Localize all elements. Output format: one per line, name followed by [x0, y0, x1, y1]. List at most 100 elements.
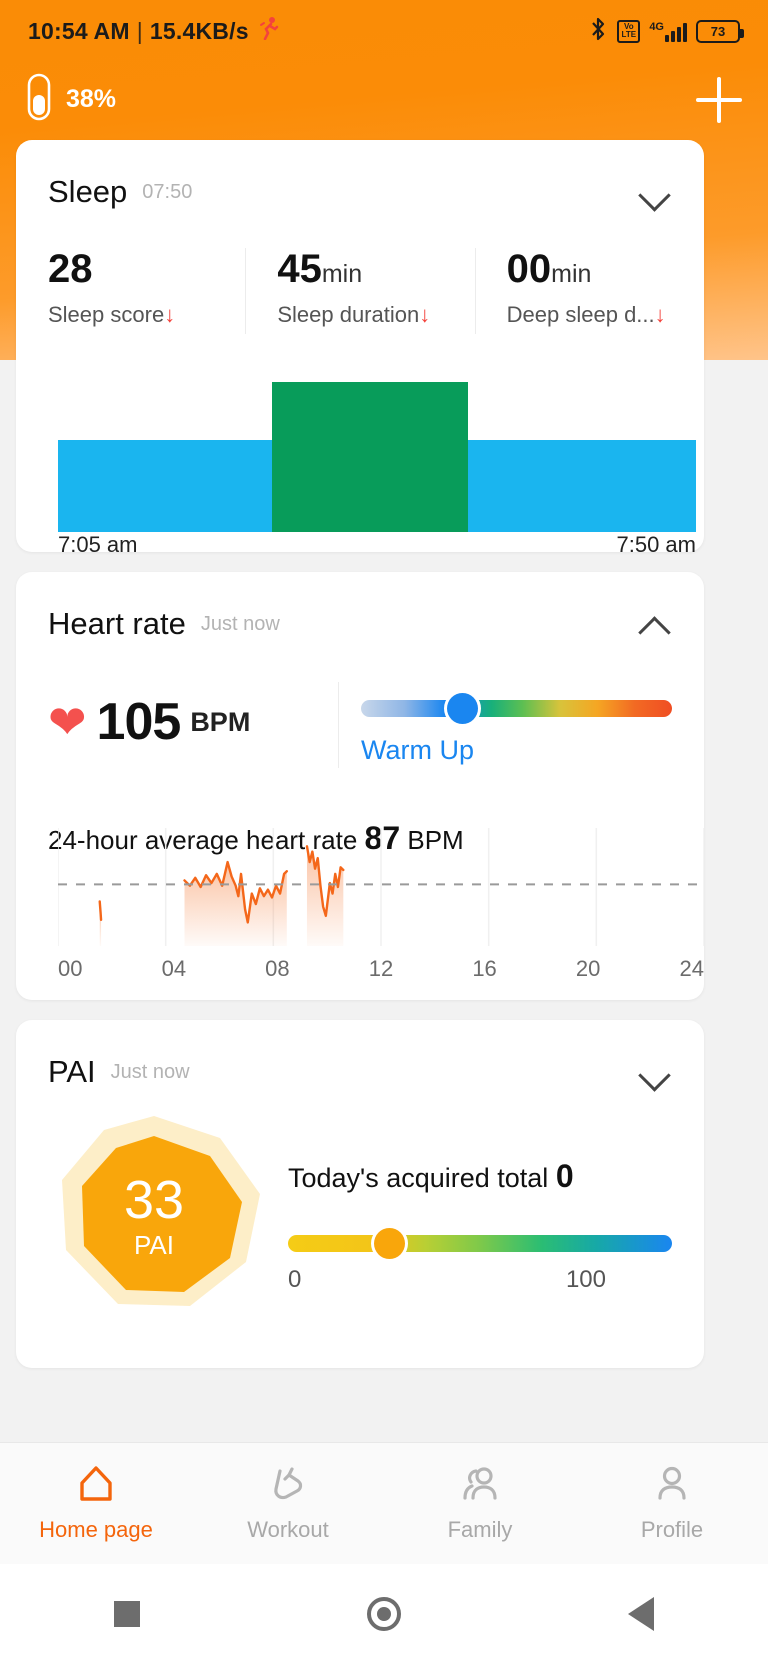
circle-home-icon[interactable] — [366, 1597, 401, 1631]
sleep-chart-axis: 7:05 am 7:50 am — [58, 532, 696, 558]
heart-rate-chart-svg — [57, 828, 705, 946]
sleep-duration-value-row: 45min — [277, 246, 474, 292]
heart-rate-title: Heart rate — [48, 606, 186, 641]
signal-bars — [665, 22, 687, 42]
deep-sleep-unit: min — [551, 260, 592, 288]
heart-rate-zone: Warm Up — [361, 682, 672, 766]
nav-item-family[interactable]: Family — [384, 1443, 576, 1564]
signal-icon: 4G — [649, 21, 687, 42]
sleep-stat-score: 28 Sleep score↓ — [16, 246, 245, 328]
device-battery-label: 38% — [66, 85, 117, 113]
deep-sleep-value: 00 — [506, 247, 552, 291]
content-scroll-area[interactable]: Sleep 07:50 28 Sleep score↓ 45min Sleep … — [0, 0, 768, 1664]
pai-body: 33 PAI Today's acquired total 0 0 100 — [16, 1110, 704, 1335]
triangle-back-icon[interactable] — [628, 1597, 655, 1631]
deep-sleep-trend-icon: ↓ — [654, 302, 666, 327]
nav-label-family: Family — [447, 1517, 513, 1542]
app-bar: 38% — [0, 62, 768, 137]
sleep-duration-value: 45 — [277, 247, 322, 291]
pai-score-caption: PAI — [134, 1230, 174, 1260]
axis-tick-04: 04 — [161, 956, 187, 981]
sleep-duration-label-row: Sleep duration↓ — [277, 302, 474, 328]
bottom-navigation-bar: Home page Workout Family Profile — [0, 1442, 768, 1564]
nav-label-workout: Workout — [247, 1517, 329, 1542]
family-icon — [459, 1464, 501, 1509]
chevron-down-icon[interactable] — [638, 1055, 672, 1089]
heart-rate-value: 105 — [96, 693, 182, 751]
bluetooth-icon — [588, 16, 608, 47]
heart-icon: ❤ — [48, 696, 87, 748]
nav-item-workout[interactable]: Workout — [192, 1443, 384, 1564]
axis-tick-20: 20 — [575, 956, 601, 981]
network-type-label: 4G — [649, 20, 664, 33]
axis-tick-16: 16 — [472, 956, 497, 981]
heart-rate-zone-label: Warm Up — [361, 735, 474, 765]
system-navigation-bar — [0, 1564, 768, 1664]
person-icon — [651, 1464, 693, 1509]
pai-title: PAI — [48, 1054, 96, 1089]
status-bar: 10:54 AM | 15.4KB/s Vo LTE 4G 73 — [0, 0, 768, 62]
square-recents-icon[interactable] — [113, 1601, 140, 1627]
pai-details: Today's acquired total 0 0 100 — [288, 1110, 672, 1294]
chart-gridlines — [57, 828, 705, 946]
sleep-score-value: 28 — [48, 247, 93, 291]
nav-item-profile[interactable]: Profile — [576, 1443, 768, 1564]
sleep-card[interactable]: Sleep 07:50 28 Sleep score↓ 45min Sleep … — [16, 140, 704, 557]
deep-sleep-value-row: 00min — [507, 246, 704, 292]
status-bar-left: 10:54 AM | 15.4KB/s — [28, 16, 280, 46]
sleep-duration-label: Sleep duration — [277, 302, 420, 327]
device-status[interactable]: 38% — [26, 73, 116, 126]
heart-rate-unit: BPM — [190, 706, 251, 737]
pai-card[interactable]: PAI Just now 33 PAI Today's acquired tot… — [16, 1020, 704, 1368]
sleep-duration-trend-icon: ↓ — [419, 302, 431, 327]
sleep-stage-chart — [58, 382, 696, 532]
heart-rate-card-header: Heart rate Just now — [16, 572, 704, 642]
pai-total-row: Today's acquired total 0 — [288, 1158, 672, 1195]
sleep-card-header: Sleep 07:50 — [16, 140, 704, 210]
sleep-duration-unit: min — [321, 260, 363, 288]
pai-total-value: 0 — [555, 1158, 574, 1194]
deep-sleep-label: Deep sleep d... — [506, 302, 655, 327]
axis-tick-00: 00 — [58, 956, 83, 981]
sleep-end-time: 7:50 am — [616, 532, 697, 557]
chevron-down-icon[interactable] — [638, 175, 672, 209]
heart-rate-time: Just now — [200, 612, 280, 635]
pai-total-label: Today's acquired total — [288, 1163, 549, 1193]
home-icon — [75, 1464, 117, 1509]
heart-rate-current: ❤ 105 BPM — [48, 682, 338, 752]
status-time: 10:54 AM — [28, 17, 130, 44]
sleep-score-trend-icon: ↓ — [164, 302, 176, 327]
running-icon — [258, 16, 280, 46]
axis-tick-08: 08 — [265, 956, 290, 981]
status-bar-right: Vo LTE 4G 73 — [588, 16, 744, 47]
sleep-start-time: 7:05 am — [58, 532, 138, 557]
sleep-title: Sleep — [48, 174, 128, 209]
axis-tick-12: 12 — [368, 956, 394, 981]
sleep-stat-deep: 00min Deep sleep d...↓ — [474, 246, 704, 334]
battery-level-text: 73 — [710, 23, 726, 39]
battery-icon: 73 — [696, 19, 744, 43]
divider — [338, 682, 339, 768]
pai-score-badge: 33 PAI — [48, 1110, 288, 1335]
pai-progress-slider[interactable] — [288, 1228, 672, 1259]
sleep-stats: 28 Sleep score↓ 45min Sleep duration↓ 00… — [16, 246, 704, 334]
volte-icon: Vo LTE — [617, 19, 641, 43]
sleep-score-label-row: Sleep score↓ — [48, 302, 245, 328]
chevron-up-icon[interactable] — [638, 607, 672, 641]
chart-plot — [98, 845, 345, 946]
pai-slider-knob[interactable] — [374, 1228, 405, 1259]
heart-rate-summary: ❤ 105 BPM Warm Up — [16, 682, 704, 768]
nav-item-home[interactable]: Home page — [0, 1443, 192, 1564]
pai-scale-labels: 0 100 — [288, 1266, 672, 1294]
heart-rate-card[interactable]: Heart rate Just now ❤ 105 BPM Warm Up 24… — [16, 572, 705, 1000]
zone-slider-knob[interactable] — [447, 693, 478, 724]
pai-time: Just now — [110, 1060, 190, 1083]
heart-rate-zone-slider[interactable] — [361, 693, 672, 724]
nav-label-home: Home page — [39, 1517, 153, 1542]
pai-card-header: PAI Just now — [16, 1020, 704, 1090]
heart-rate-24h-chart — [57, 828, 705, 946]
heart-rate-chart-axis: 00 04 08 12 16 20 24 — [58, 956, 704, 982]
add-button[interactable] — [696, 76, 742, 123]
sleep-stat-duration: 45min Sleep duration↓ — [245, 246, 474, 334]
status-separator: | — [136, 17, 143, 44]
